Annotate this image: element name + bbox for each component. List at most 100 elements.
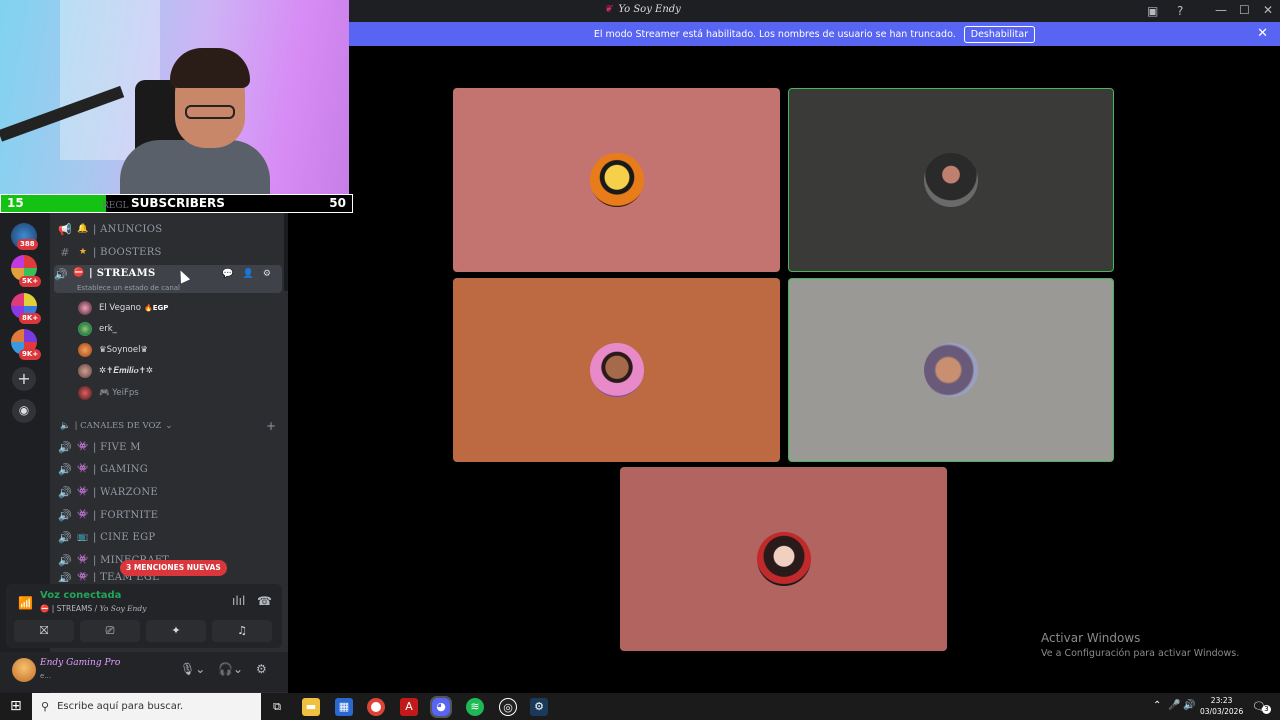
avatar-photo [924,343,978,397]
user-name[interactable]: Endy Gaming Pro [40,658,120,668]
server-logo-icon: ❦ [604,4,613,15]
start-icon[interactable]: ⊞ [10,698,22,714]
channel-tools-icons[interactable]: 💬 👤 ⚙ [222,269,274,279]
video-tile[interactable] [453,278,780,462]
clock-date: 03/03/2026 [1200,707,1244,716]
screen-share-button[interactable]: ⎚ [80,620,140,642]
speaker-icon: 🔊 [54,268,68,281]
speaker-icon: 🔊 [58,462,72,476]
channel-status[interactable]: Establece un estado de canal [77,284,180,292]
channel-boosters[interactable]: # ★ | BOOSTERS [58,242,283,262]
steam-icon[interactable]: ⚙ [530,698,548,716]
voice-member[interactable]: El Vegano 🔥EGP [78,299,168,317]
soundboard-button[interactable]: ♫ [212,620,272,642]
avatar-person [924,153,978,207]
disable-streamer-button[interactable]: Deshabilitar [963,25,1036,43]
video-tile-speaking[interactable] [788,278,1114,462]
maximize-button[interactable]: ☐ [1239,3,1250,17]
headphones-icon[interactable]: 🎧⌄ [218,662,243,676]
voice-channel-fivem[interactable]: 🔊 👾 | FIVE M [58,437,283,457]
close-window-button[interactable]: ✕ [1263,3,1273,17]
megaphone-icon: 📢 [58,222,72,236]
channel-streams-label: | STREAMS [89,268,156,279]
taskbar-search[interactable]: ⚲ Escribe aquí para buscar. [32,693,261,720]
camera-toggle-button[interactable]: ⛝ [14,620,74,642]
new-mentions-pill[interactable]: 3 MENCIONES NUEVAS [120,560,227,576]
voice-channel-fortnite[interactable]: 🔊 👾 | FORTNITE [58,505,283,525]
voice-member[interactable]: 🎮 YeiFps [78,384,139,402]
member-tag: 🔥EGP [144,304,169,312]
signal-icon[interactable]: 📶 [18,596,33,610]
bell-emoji: 🔔 [77,224,89,234]
channel-anuncios[interactable]: 📢 🔔 | ANUNCIOS [58,219,283,239]
video-tile[interactable] [453,88,780,272]
video-tile-speaking[interactable] [788,88,1114,272]
sidebar-scrollbar[interactable] [284,213,288,291]
avatar[interactable] [12,658,36,682]
voice-server-name: Yo Soy Endy [99,604,147,613]
voice-channel-label: | GAMING [93,463,149,475]
window-title: ❦ Yo Soy Endy [604,4,681,15]
avatar [78,364,92,378]
alien-emoji: 👾 [77,464,89,474]
voice-channel-path[interactable]: ⛔ | STREAMS / Yo Soy Endy [40,604,146,613]
voice-channel-cine[interactable]: 🔊 📺 | CINE EGP [58,527,283,547]
star-emoji: ★ [78,247,88,257]
banner-close-icon[interactable]: ✕ [1257,26,1268,41]
search-icon: ⚲ [41,700,50,713]
subscribers-goal-bar: 15 SUBSCRIBERS 50 [0,194,353,213]
alien-emoji: 👾 [77,487,89,497]
voice-channel-warzone[interactable]: 🔊 👾 | WARZONE [58,482,283,502]
add-channel-icon[interactable]: + [266,419,276,433]
speaker-icon: 🔊 [58,485,72,499]
no-entry-icon: ⛔ [40,604,50,613]
voice-member[interactable]: ✲✝𝑬𝒎𝒊𝒍𝒊𝒐✝✲ [78,362,153,380]
member-name: erk_ [99,324,117,334]
voice-channel-gaming[interactable]: 🔊 👾 | GAMING [58,459,283,479]
settings-gear-icon[interactable]: ⚙ [256,662,267,676]
tray-mic-icon[interactable]: 🎤 [1168,700,1180,711]
voice-category-header[interactable]: 🔈 | CANALES DE VOZ ⌄ + [60,419,276,433]
voice-status[interactable]: Voz conectada [40,590,121,601]
file-explorer-icon[interactable]: ▬ [302,698,320,716]
video-tile[interactable] [620,467,947,651]
inbox-icon[interactable]: ▣ [1147,4,1158,18]
activate-title: Activar Windows [1041,631,1141,645]
speaker-icon: 🔊 [58,530,72,544]
chrome-icon[interactable] [367,698,385,716]
avatar-sunglasses [589,153,644,207]
minimize-button[interactable]: — [1215,3,1227,17]
noise-suppression-icon[interactable]: ılıl [232,594,245,608]
member-name: ✲✝𝑬𝒎𝒊𝒍𝒊𝒐✝✲ [99,366,154,376]
person-glasses [185,105,235,119]
obs-icon[interactable]: ◎ [499,698,517,716]
app-a-icon[interactable]: A [400,698,418,716]
member-name: ♛Soynoel♛ [99,345,149,355]
taskbar-clock[interactable]: 23:23 03/03/2026 [1200,695,1243,717]
microphone-icon[interactable]: 🎙⌄ [180,662,205,676]
speaker-icon: 🔊 [58,572,72,582]
webcam-feed [0,0,349,195]
spotify-icon[interactable]: ≋ [466,698,484,716]
volume-icon[interactable]: 🔊 [1183,700,1195,711]
help-icon[interactable]: ? [1177,4,1183,18]
add-server-button[interactable]: + [12,367,36,391]
voice-member[interactable]: ♛Soynoel♛ [78,341,148,359]
voice-member[interactable]: erk_ [78,320,117,338]
speaker-icon: 🔊 [58,440,72,454]
disconnect-icon[interactable]: ☎ [257,594,272,608]
subscribers-goal: 50 [329,196,346,210]
activities-button[interactable]: ✦ [146,620,206,642]
search-placeholder: Escribe aquí para buscar. [57,701,184,712]
store-icon[interactable]: ▦ [335,698,353,716]
server-badge-3: 8K+ [19,313,42,324]
task-view-icon[interactable]: ⧉ [268,698,286,716]
avatar-yei [756,532,811,586]
alien-emoji: 👾 [77,510,89,520]
discord-icon[interactable]: ◕ [430,696,452,718]
streamer-mode-banner: El modo Streamer está habilitado. Los no… [349,22,1280,46]
tray-chevron-icon[interactable]: ⌃ [1153,700,1161,711]
user-status: e... [40,672,51,680]
explore-servers-button[interactable]: ◉ [12,399,36,423]
alien-emoji: 👾 [77,555,89,565]
